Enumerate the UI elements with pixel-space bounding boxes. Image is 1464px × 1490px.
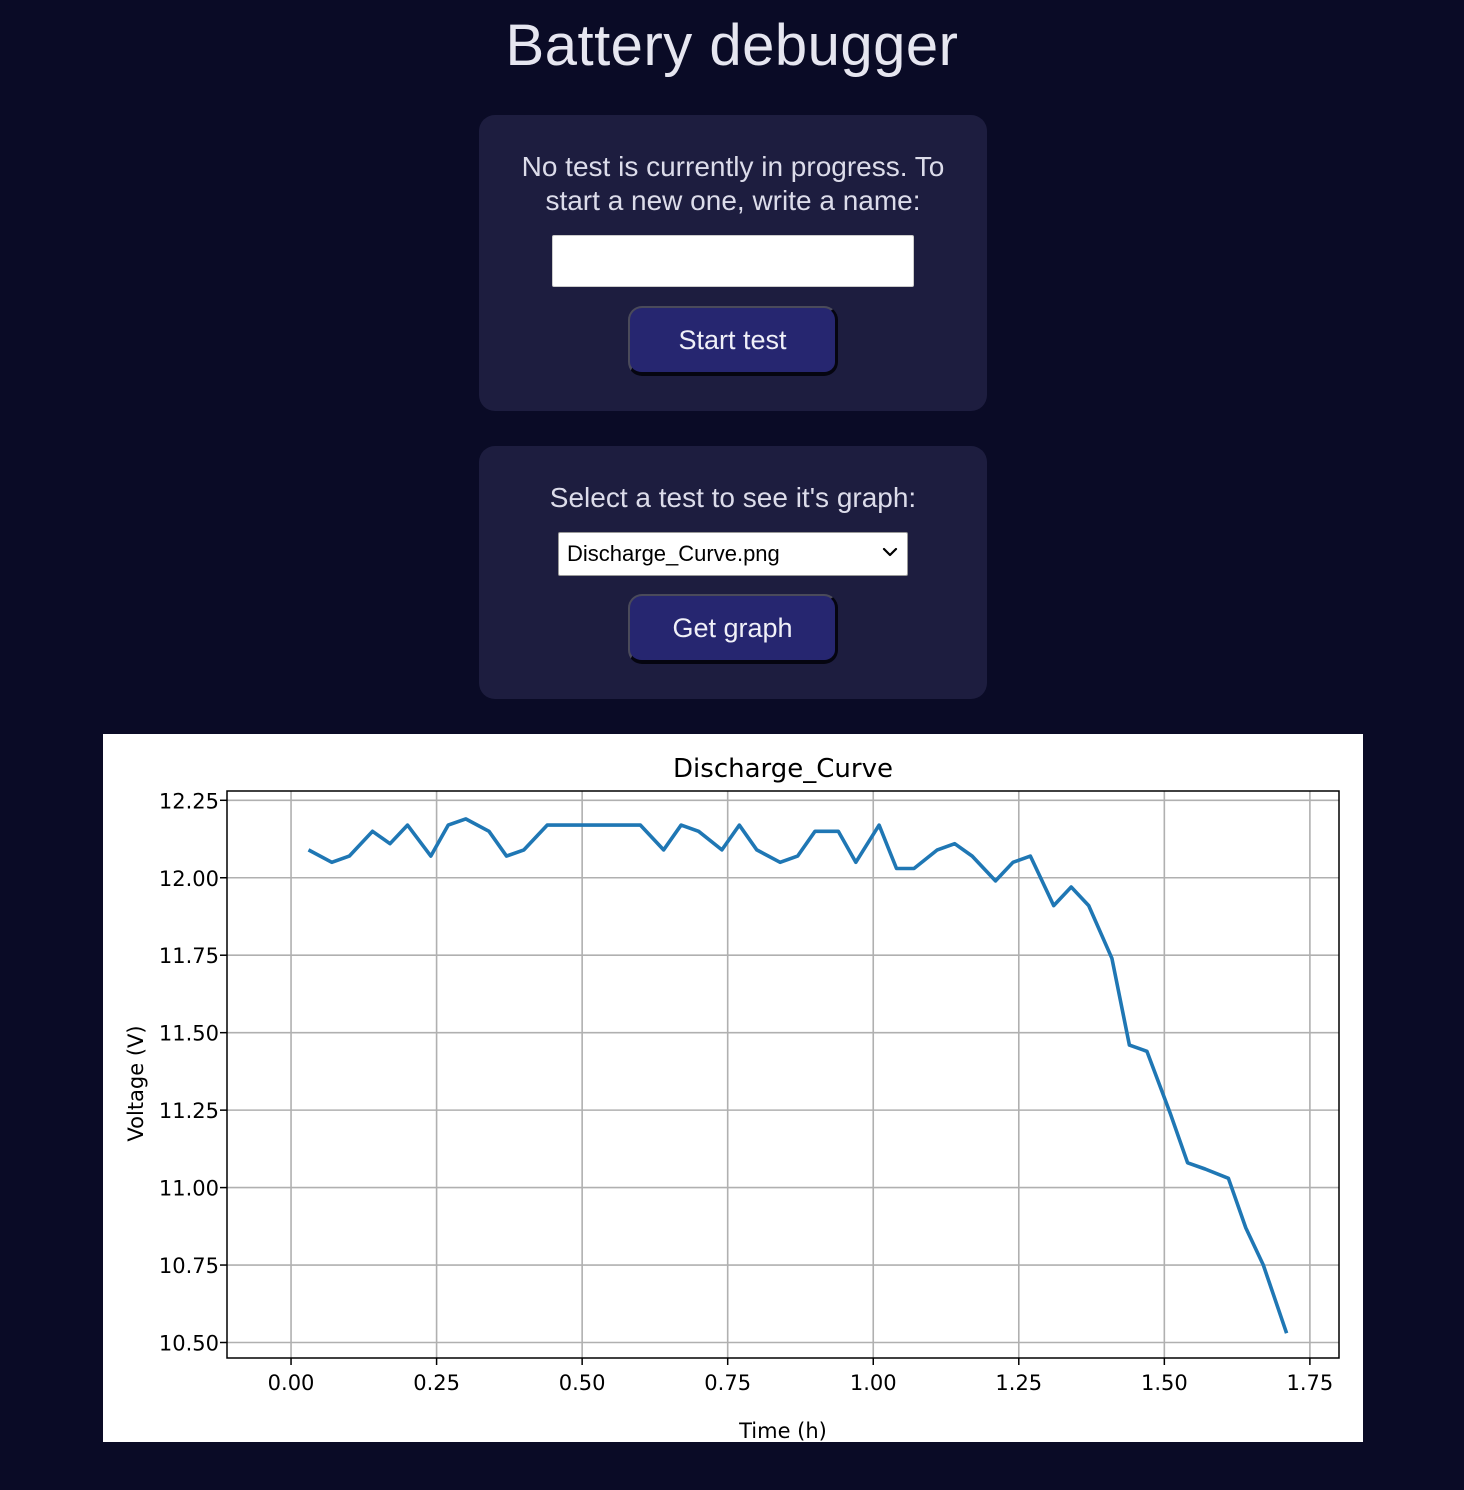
page-title: Battery debugger [505, 13, 959, 78]
chart-axes-frame [226, 790, 1340, 1359]
x-tick-label: 1.00 [850, 1371, 897, 1395]
x-tick-label: 0.75 [704, 1371, 751, 1395]
x-tick-label: 1.25 [995, 1371, 1042, 1395]
chart-x-axis-label: Time (h) [738, 1419, 827, 1442]
x-tick-label: 0.00 [268, 1371, 315, 1395]
chart-y-axis-label: Voltage (V) [124, 1025, 148, 1141]
y-tick-label: 12.00 [159, 867, 219, 891]
x-tick-label: 1.50 [1141, 1371, 1188, 1395]
y-tick-label: 11.00 [159, 1177, 219, 1201]
x-tick-label: 1.75 [1287, 1371, 1334, 1395]
test-select-dropdown[interactable]: Discharge_Curve.png [558, 532, 908, 576]
x-tick-label: 0.50 [559, 1371, 606, 1395]
chevron-down-icon [882, 547, 898, 557]
y-tick-label: 12.25 [159, 789, 219, 813]
new-test-card: No test is currently in progress. To sta… [479, 115, 987, 411]
x-tick-label: 0.25 [413, 1371, 460, 1395]
discharge-chart: 0.00 0.25 0.50 0.75 1.00 1.25 1.50 1.75 10.50 10.… [124, 754, 1340, 1443]
get-graph-button[interactable]: Get graph [628, 594, 838, 664]
new-test-message-line-1: No test is currently in progress. To [521, 151, 945, 182]
voltage-series-line [307, 817, 1289, 1334]
y-tick-label: 11.50 [159, 1022, 219, 1046]
new-test-message-line-2: start a new one, write a name: [545, 185, 921, 216]
start-test-button[interactable]: Start test [628, 306, 838, 376]
select-test-card: Select a test to see it's graph: Dischar… [479, 446, 987, 699]
y-tick-label: 11.75 [159, 944, 219, 968]
test-name-input[interactable] [552, 235, 914, 287]
y-tick-label: 10.75 [159, 1254, 219, 1278]
y-tick-label: 10.50 [159, 1332, 219, 1356]
y-tick-label: 11.25 [159, 1099, 219, 1123]
test-select-value: Discharge_Curve.png [567, 541, 780, 566]
select-test-prompt: Select a test to see it's graph: [549, 482, 917, 513]
graph-panel: 0.00 0.25 0.50 0.75 1.00 1.25 1.50 1.75 10.50 10.… [103, 734, 1363, 1443]
chart-title: Discharge_Curve [673, 754, 893, 784]
